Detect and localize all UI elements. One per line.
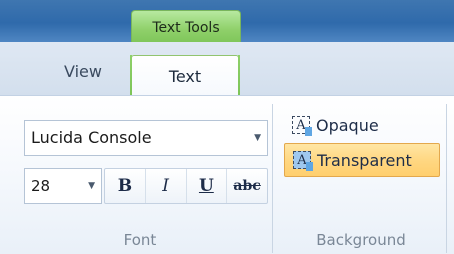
font-group-label: Font [123, 231, 157, 249]
transparent-button[interactable]: A Transparent [284, 143, 440, 177]
chevron-down-icon[interactable]: ▼ [88, 169, 95, 203]
contextual-tab-label: Text Tools [152, 20, 220, 36]
contextual-tab-text-tools: Text Tools [131, 10, 241, 45]
font-name-combo[interactable]: Lucida Console ▼ [24, 120, 268, 156]
font-name-value: Lucida Console [31, 128, 152, 147]
transparent-label: Transparent [317, 150, 412, 170]
opaque-button[interactable]: A Opaque [284, 108, 440, 142]
transparent-background-icon: A [293, 151, 313, 171]
underline-icon: U [198, 176, 214, 196]
tab-view-label: View [64, 61, 102, 81]
formatting-buttons: B I U abc [104, 168, 268, 204]
opaque-background-icon: A [292, 116, 312, 136]
tab-text-label: Text [168, 66, 202, 86]
italic-icon: I [162, 176, 169, 196]
bold-icon: B [117, 176, 133, 196]
background-group-label: Background [316, 231, 406, 249]
tab-view[interactable]: View [38, 53, 128, 89]
font-size-value: 28 [31, 177, 51, 195]
font-size-combo[interactable]: 28 ▼ [24, 168, 102, 204]
bold-button[interactable]: B [105, 169, 146, 203]
strikethrough-button[interactable]: abc [227, 169, 267, 203]
strikethrough-icon: abc [233, 178, 261, 194]
italic-button[interactable]: I [146, 169, 187, 203]
tab-text[interactable]: Text [130, 55, 240, 96]
chevron-down-icon[interactable]: ▼ [254, 121, 261, 155]
opaque-label: Opaque [316, 115, 379, 135]
underline-button[interactable]: U [187, 169, 228, 203]
